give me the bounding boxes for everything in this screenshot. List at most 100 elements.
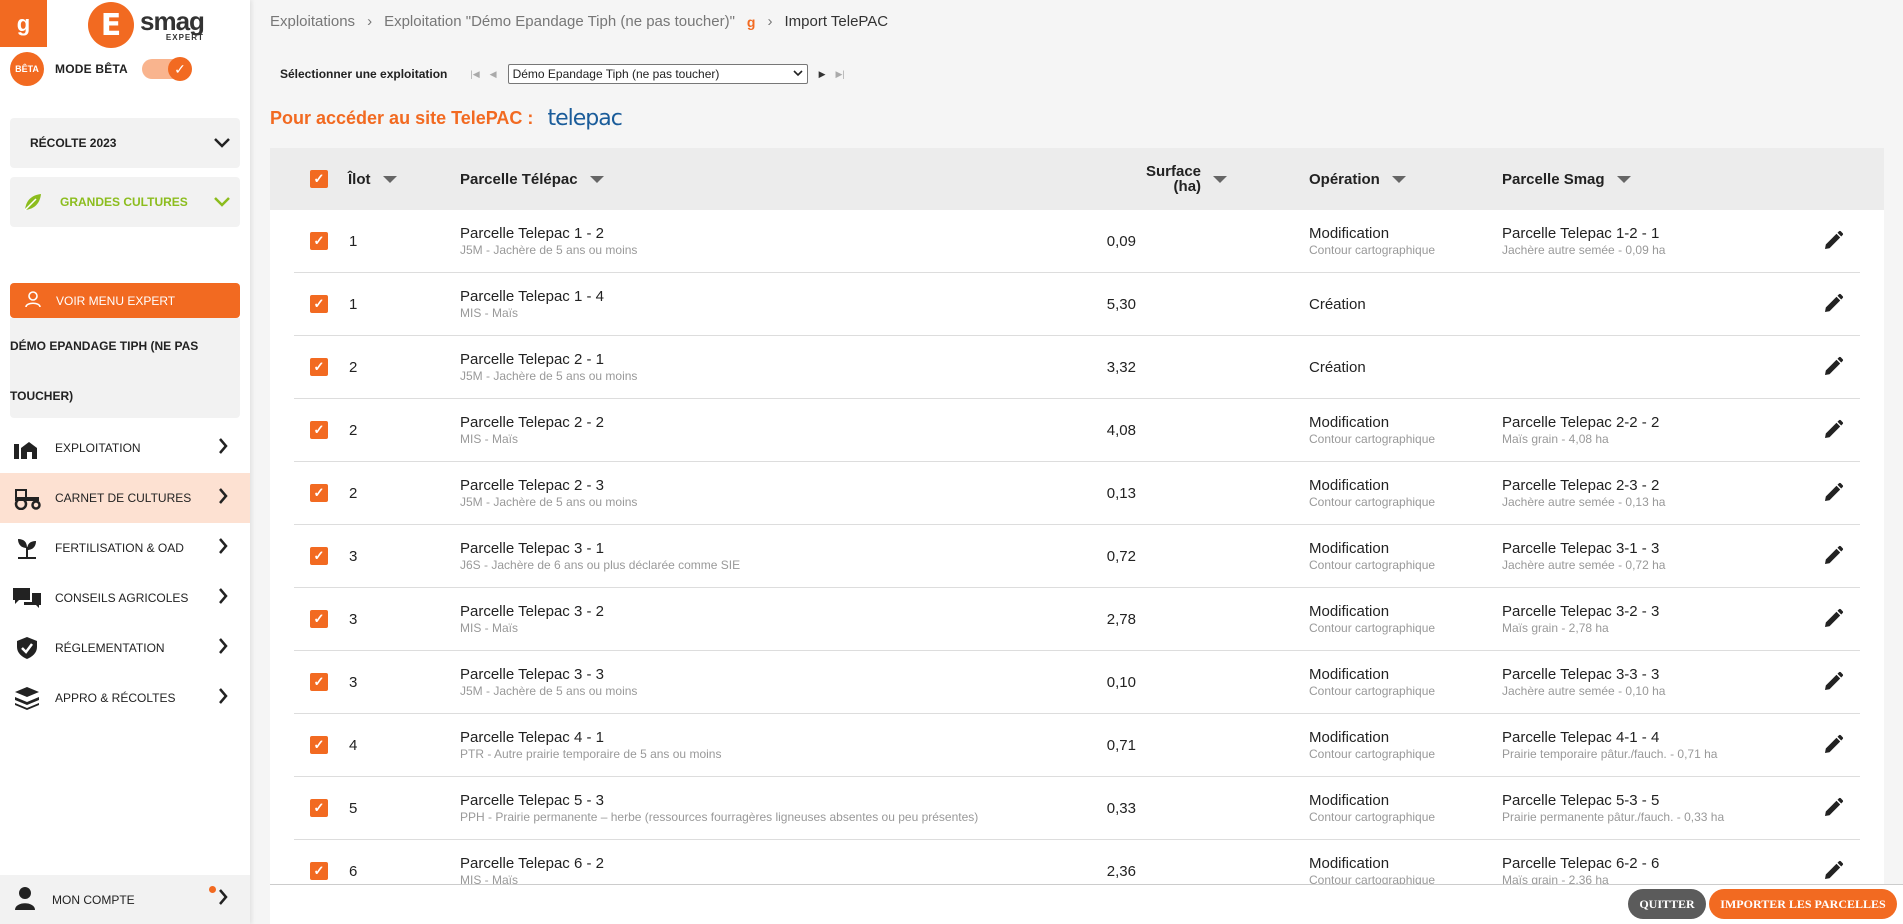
edit-icon[interactable] — [1822, 797, 1844, 819]
sort-icon — [1391, 175, 1406, 183]
ilot-value: 3 — [349, 673, 358, 691]
beta-mode-toggle[interactable]: ✓ — [142, 57, 192, 81]
edit-icon[interactable] — [1822, 482, 1844, 504]
header-parcelle-smag[interactable]: Parcelle Smag — [1502, 148, 1631, 210]
ilot-cell: 2 — [349, 336, 357, 398]
header-surface[interactable]: Surface (ha) — [1146, 148, 1228, 210]
row-checkbox[interactable]: ✓ — [310, 295, 328, 313]
quit-button[interactable]: QUITTER — [1628, 889, 1706, 919]
table-row[interactable]: ✓ 1 Parcelle Telepac 1 - 4 MIS - Maïs 5,30 Cr… — [294, 273, 1860, 336]
table-row[interactable]: ✓ 2 Parcelle Telepac 2 - 2 MIS - Maïs 4,08 Mo… — [294, 399, 1860, 462]
chevron-down-icon — [214, 194, 230, 210]
edit-icon[interactable] — [1822, 545, 1844, 567]
table-row[interactable]: ✓ 6 Parcelle Telepac 6 - 2 MIS - Maïs 2,36 Mo… — [294, 840, 1860, 884]
nav-item-exploitation[interactable]: EXPLOITATION — [0, 423, 250, 473]
app-switcher-icon[interactable]: g — [0, 0, 47, 47]
parcelle-culture: J5M - Jachère de 5 ans ou moins — [460, 243, 638, 257]
row-checkbox[interactable]: ✓ — [310, 232, 328, 250]
breadcrumb-exploitation[interactable]: Exploitation "Démo Epandage Tiph (ne pas… — [384, 13, 735, 30]
notification-dot — [209, 886, 216, 893]
edit-icon[interactable] — [1822, 734, 1844, 756]
import-parcels-button[interactable]: IMPORTER LES PARCELLES — [1709, 889, 1897, 919]
select-all-checkbox[interactable]: ✓ — [310, 170, 328, 188]
telepac-label: Pour accéder au site TelePAC : — [270, 108, 534, 128]
parcelle-culture: J6S - Jachère de 6 ans ou plus déclarée … — [460, 558, 741, 572]
harvest-selector[interactable]: RÉCOLTE 2023 — [10, 118, 240, 168]
edit-icon[interactable] — [1822, 860, 1844, 882]
operation-detail: Contour cartographique — [1309, 810, 1436, 824]
nav-item-fertilisation[interactable]: FERTILISATION & OAD — [0, 523, 250, 573]
parcelle-smag-name: Parcelle Telepac 1-2 - 1 — [1502, 225, 1660, 242]
table-row[interactable]: ✓ 4 Parcelle Telepac 4 - 1 PTR - Autre prai… — [294, 714, 1860, 777]
expert-menu-button[interactable]: VOIR MENU EXPERT — [10, 283, 240, 318]
crop-group-selector[interactable]: GRANDES CULTURES — [10, 177, 240, 227]
row-checkbox[interactable]: ✓ — [310, 421, 328, 439]
operation-cell: Modification Contour cartographique — [1309, 840, 1435, 884]
surface-cell: 0,09 — [1054, 210, 1136, 272]
ilot-value: 3 — [349, 610, 358, 628]
last-page-icon[interactable]: ▶| — [835, 69, 844, 80]
nav-item-conseils-agricoles[interactable]: CONSEILS AGRICOLES — [0, 573, 250, 623]
nav-item-carnet-de-cultures[interactable]: CARNET DE CULTURES — [0, 473, 250, 523]
surface-value: 2,36 — [1106, 862, 1136, 880]
edit-icon[interactable] — [1822, 293, 1844, 315]
beta-badge: BÊTA — [10, 52, 44, 86]
smag-expert-logo[interactable]: E smag EXPERT — [88, 2, 205, 48]
edit-icon[interactable] — [1822, 419, 1844, 441]
previous-icon[interactable]: ◀ — [490, 69, 497, 80]
parcelle-culture: MIS - Maïs — [460, 621, 519, 635]
row-checkbox[interactable]: ✓ — [310, 547, 328, 565]
check-icon: ✓ — [168, 57, 192, 81]
header-parcelle-telepac[interactable]: Parcelle Télépac — [460, 148, 604, 210]
surface-value: 5,30 — [1106, 295, 1136, 313]
edit-icon[interactable] — [1822, 608, 1844, 630]
surface-value: 0,09 — [1106, 232, 1136, 250]
parcelle-culture: MIS - Maïs — [460, 873, 519, 884]
crop-group-label: GRANDES CULTURES — [60, 195, 188, 209]
edit-icon[interactable] — [1822, 356, 1844, 378]
row-checkbox[interactable]: ✓ — [310, 610, 328, 628]
operation-cell: Modification Contour cartographique — [1309, 399, 1435, 461]
next-icon[interactable]: ▶ — [819, 69, 826, 80]
nav-label: RÉGLEMENTATION — [55, 641, 165, 655]
nav-item-appro-recoltes[interactable]: APPRO & RÉCOLTES — [0, 673, 250, 723]
ilot-cell: 6 — [349, 840, 357, 884]
operation-cell: Création — [1309, 273, 1366, 335]
table-row[interactable]: ✓ 5 Parcelle Telepac 5 - 3 PPH - Prairie pe… — [294, 777, 1860, 840]
surface-cell: 0,71 — [1054, 714, 1136, 776]
surface-value: 0,33 — [1106, 799, 1136, 817]
surface-cell: 0,72 — [1054, 525, 1136, 587]
parcelle-smag-detail: Jachère autre semée - 0,09 ha — [1502, 243, 1666, 257]
exploitation-select[interactable]: Démo Epandage Tiph (ne pas toucher) — [507, 64, 808, 84]
row-checkbox[interactable]: ✓ — [310, 862, 328, 880]
table-row[interactable]: ✓ 2 Parcelle Telepac 2 - 1 J5M - Jachère de… — [294, 336, 1860, 399]
row-checkbox[interactable]: ✓ — [310, 358, 328, 376]
parcelle-telepac-cell: Parcelle Telepac 3 - 1 J6S - Jachère de 6… — [460, 525, 740, 587]
parcelle-telepac-cell: Parcelle Telepac 3 - 2 MIS - Maïs — [460, 588, 604, 650]
nav-item-reglementation[interactable]: RÉGLEMENTATION — [0, 623, 250, 673]
table-row[interactable]: ✓ 1 Parcelle Telepac 1 - 2 J5M - Jachère de… — [294, 210, 1860, 273]
row-checkbox[interactable]: ✓ — [310, 799, 328, 817]
row-checkbox-cell: ✓ — [310, 777, 328, 839]
parcelle-telepac-cell: Parcelle Telepac 1 - 2 J5M - Jachère de 5… — [460, 210, 637, 272]
table-row[interactable]: ✓ 3 Parcelle Telepac 3 - 1 J6S - Jachère de… — [294, 525, 1860, 588]
row-checkbox[interactable]: ✓ — [310, 673, 328, 691]
row-checkbox[interactable]: ✓ — [310, 484, 328, 502]
header-ilot[interactable]: Îlot — [348, 148, 397, 210]
header-operation[interactable]: Opération — [1309, 148, 1406, 210]
edit-icon[interactable] — [1822, 671, 1844, 693]
account-menu[interactable]: MON COMPTE — [0, 875, 250, 924]
first-page-icon[interactable]: |◀ — [470, 69, 479, 80]
header-ilot-label: Îlot — [348, 170, 371, 188]
operation-value: Modification — [1309, 855, 1390, 872]
row-checkbox[interactable]: ✓ — [310, 736, 328, 754]
parcelle-smag-name: Parcelle Telepac 2-2 - 2 — [1502, 414, 1660, 431]
edit-icon[interactable] — [1822, 230, 1844, 252]
table-row[interactable]: ✓ 3 Parcelle Telepac 3 - 2 MIS - Maïs 2,78 Mo… — [294, 588, 1860, 651]
table-row[interactable]: ✓ 3 Parcelle Telepac 3 - 3 J5M - Jachère de… — [294, 651, 1860, 714]
surface-value: 4,08 — [1106, 421, 1136, 439]
table-row[interactable]: ✓ 2 Parcelle Telepac 2 - 3 J5M - Jachère de… — [294, 462, 1860, 525]
ilot-cell: 1 — [349, 210, 357, 272]
telepac-logo[interactable]: telepac — [547, 106, 622, 131]
breadcrumb-exploitations[interactable]: Exploitations — [270, 13, 355, 30]
